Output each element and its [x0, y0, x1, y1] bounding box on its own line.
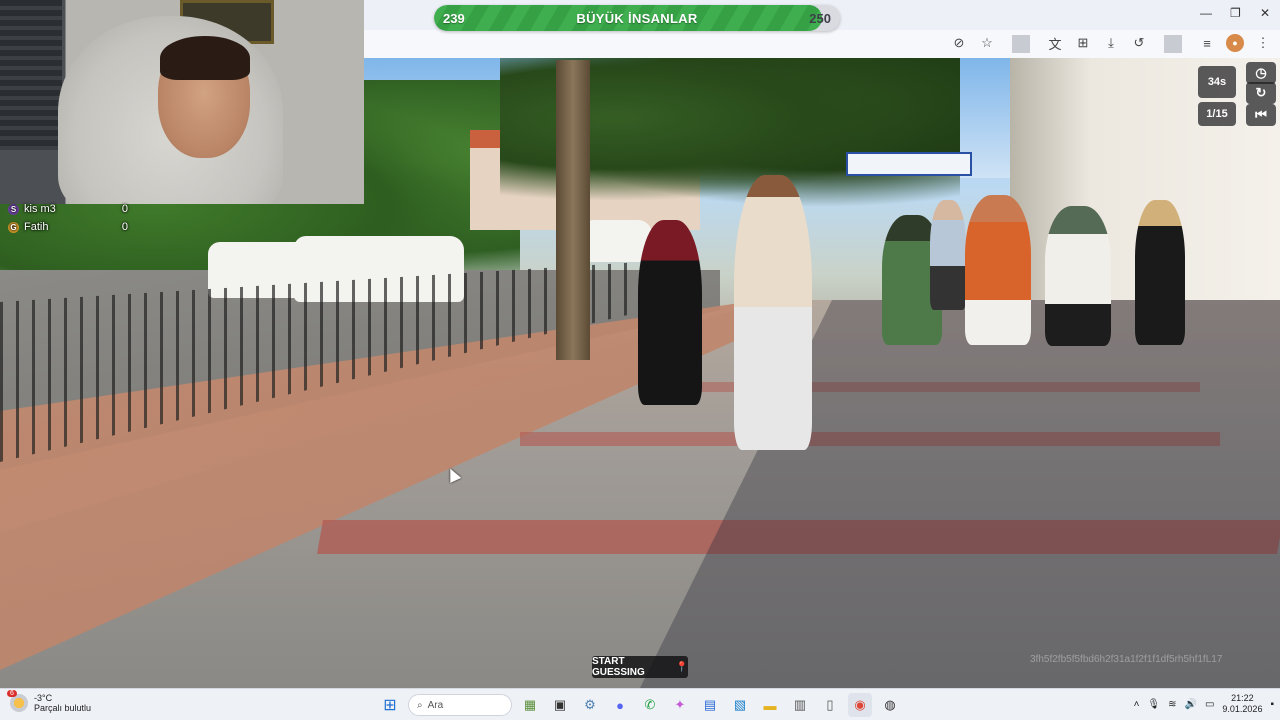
menu-icon[interactable]: ⋮ [1254, 34, 1272, 52]
watermark-text: 3fh5f2fb5f5fbd6h2f31a1f2f1f1df5rh5hf1fL1… [1030, 654, 1223, 665]
windows-taskbar: 6 -3°C Parçalı bulutlu ⊞ ⌕ Ara ▦ ▣ ⚙ ● ✆… [0, 688, 1280, 720]
player-avatar: G [8, 221, 19, 233]
settings-gear-icon[interactable]: ⚙ [578, 693, 602, 717]
notification-bell-icon[interactable]: ▪ [1270, 699, 1274, 710]
photos-icon[interactable]: ▧ [728, 693, 752, 717]
search-icon: ⌕ [417, 699, 423, 711]
media-icon[interactable]: ≡ [1198, 34, 1216, 52]
player-name: kis m3 [24, 203, 56, 215]
close-icon[interactable]: ✕ [1260, 6, 1270, 20]
reset-view-icon[interactable]: ↻ [1246, 82, 1276, 104]
taskbar-search[interactable]: ⌕ Ara [408, 694, 512, 716]
search-placeholder: Ara [427, 699, 444, 711]
wifi-icon[interactable]: ≋ [1168, 699, 1176, 710]
browser-toolbar-icons: ⊘ ☆ 文 ⊞ ⤓ ↺ ≡ ● ⋮ [950, 34, 1272, 54]
community-goal-banner: 239 BÜYÜK İNSANLAR 250 [434, 5, 840, 31]
restore-icon[interactable]: ❐ [1230, 6, 1241, 20]
screen: — ❐ ✕ ⊘ ☆ 文 ⊞ ⤓ ↺ ≡ ● ⋮ 239 BÜYÜK İNSANL… [0, 0, 1280, 720]
weather-temp: -3°C [34, 693, 53, 703]
clock-date: 9.01.2026 [1222, 704, 1263, 714]
history-icon[interactable]: ↺ [1130, 34, 1148, 52]
map-pin-icon: 📍 [675, 661, 688, 673]
profile-icon[interactable]: ● [1226, 34, 1244, 52]
eye-off-icon[interactable]: ⊘ [950, 34, 968, 52]
player-list: S kis m3 0 G Fatih 0 [8, 200, 128, 236]
copilot-icon[interactable]: ✦ [668, 693, 692, 717]
file-explorer-icon[interactable]: ▬ [758, 693, 782, 717]
mouse-app-icon[interactable]: ▯ [818, 693, 842, 717]
round-timer: 34s [1198, 66, 1236, 98]
clock-icon[interactable]: ◷ [1246, 62, 1276, 84]
goal-title: BÜYÜK İNSANLAR [576, 10, 698, 26]
player-name: Fatih [24, 221, 49, 233]
partly-cloudy-icon: 6 [7, 690, 28, 712]
weather-widget[interactable]: 6 -3°C Parçalı bulutlu [7, 690, 92, 713]
return-to-start-icon[interactable]: ⏮ [1246, 104, 1276, 126]
player-score: 0 [121, 203, 128, 215]
notification-badge: 6 [7, 690, 17, 697]
taskbar-apps: ⊞ ⌕ Ara ▦ ▣ ⚙ ● ✆ ✦ ▤ ▧ ▬ ▥ ▯ ◉ ◍ [378, 693, 902, 717]
task-view-icon[interactable]: ▣ [548, 693, 572, 717]
goal-target-count: 250 [809, 10, 831, 26]
start-guessing-button[interactable]: START GUESSING 📍 [592, 656, 688, 678]
extensions-icon[interactable]: ⊞ [1074, 34, 1092, 52]
widgets-icon[interactable]: ▦ [518, 693, 542, 717]
star-icon[interactable]: ☆ [978, 34, 996, 52]
system-tray: ˄ 🎙 ≋ 🔊 ▭ 21:22 9.01.2026 ▪ [1134, 693, 1274, 715]
microphone-icon[interactable]: 🎙 [1147, 699, 1160, 710]
minimize-icon[interactable]: — [1200, 6, 1212, 20]
player-avatar: S [8, 203, 19, 215]
discord-icon[interactable]: ● [608, 693, 632, 717]
whatsapp-icon[interactable]: ✆ [638, 693, 662, 717]
webcam-overlay [0, 0, 364, 204]
chevron-up-icon[interactable]: ˄ [1134, 699, 1140, 710]
player-score: 0 [121, 221, 128, 233]
clock[interactable]: 21:22 9.01.2026 [1222, 693, 1262, 715]
volume-icon[interactable]: 🔊 [1185, 699, 1197, 710]
translate-icon[interactable]: 文 [1046, 34, 1064, 52]
start-guessing-label: START GUESSING [592, 656, 645, 678]
round-counter: 1/15 [1198, 102, 1236, 126]
weather-desc: Parçalı bulutlu [34, 703, 92, 713]
calculator-icon[interactable]: ▥ [788, 693, 812, 717]
player-row: G Fatih 0 [8, 218, 128, 236]
app-icon[interactable]: ◍ [878, 693, 902, 717]
clock-time: 21:22 [1231, 693, 1254, 703]
windows-start-icon[interactable]: ⊞ [378, 693, 402, 717]
store-icon[interactable]: ▤ [698, 693, 722, 717]
download-icon[interactable]: ⤓ [1102, 34, 1120, 52]
battery-icon[interactable]: ▭ [1205, 699, 1214, 710]
player-row: S kis m3 0 [8, 200, 128, 218]
chrome-icon[interactable]: ◉ [848, 693, 872, 717]
